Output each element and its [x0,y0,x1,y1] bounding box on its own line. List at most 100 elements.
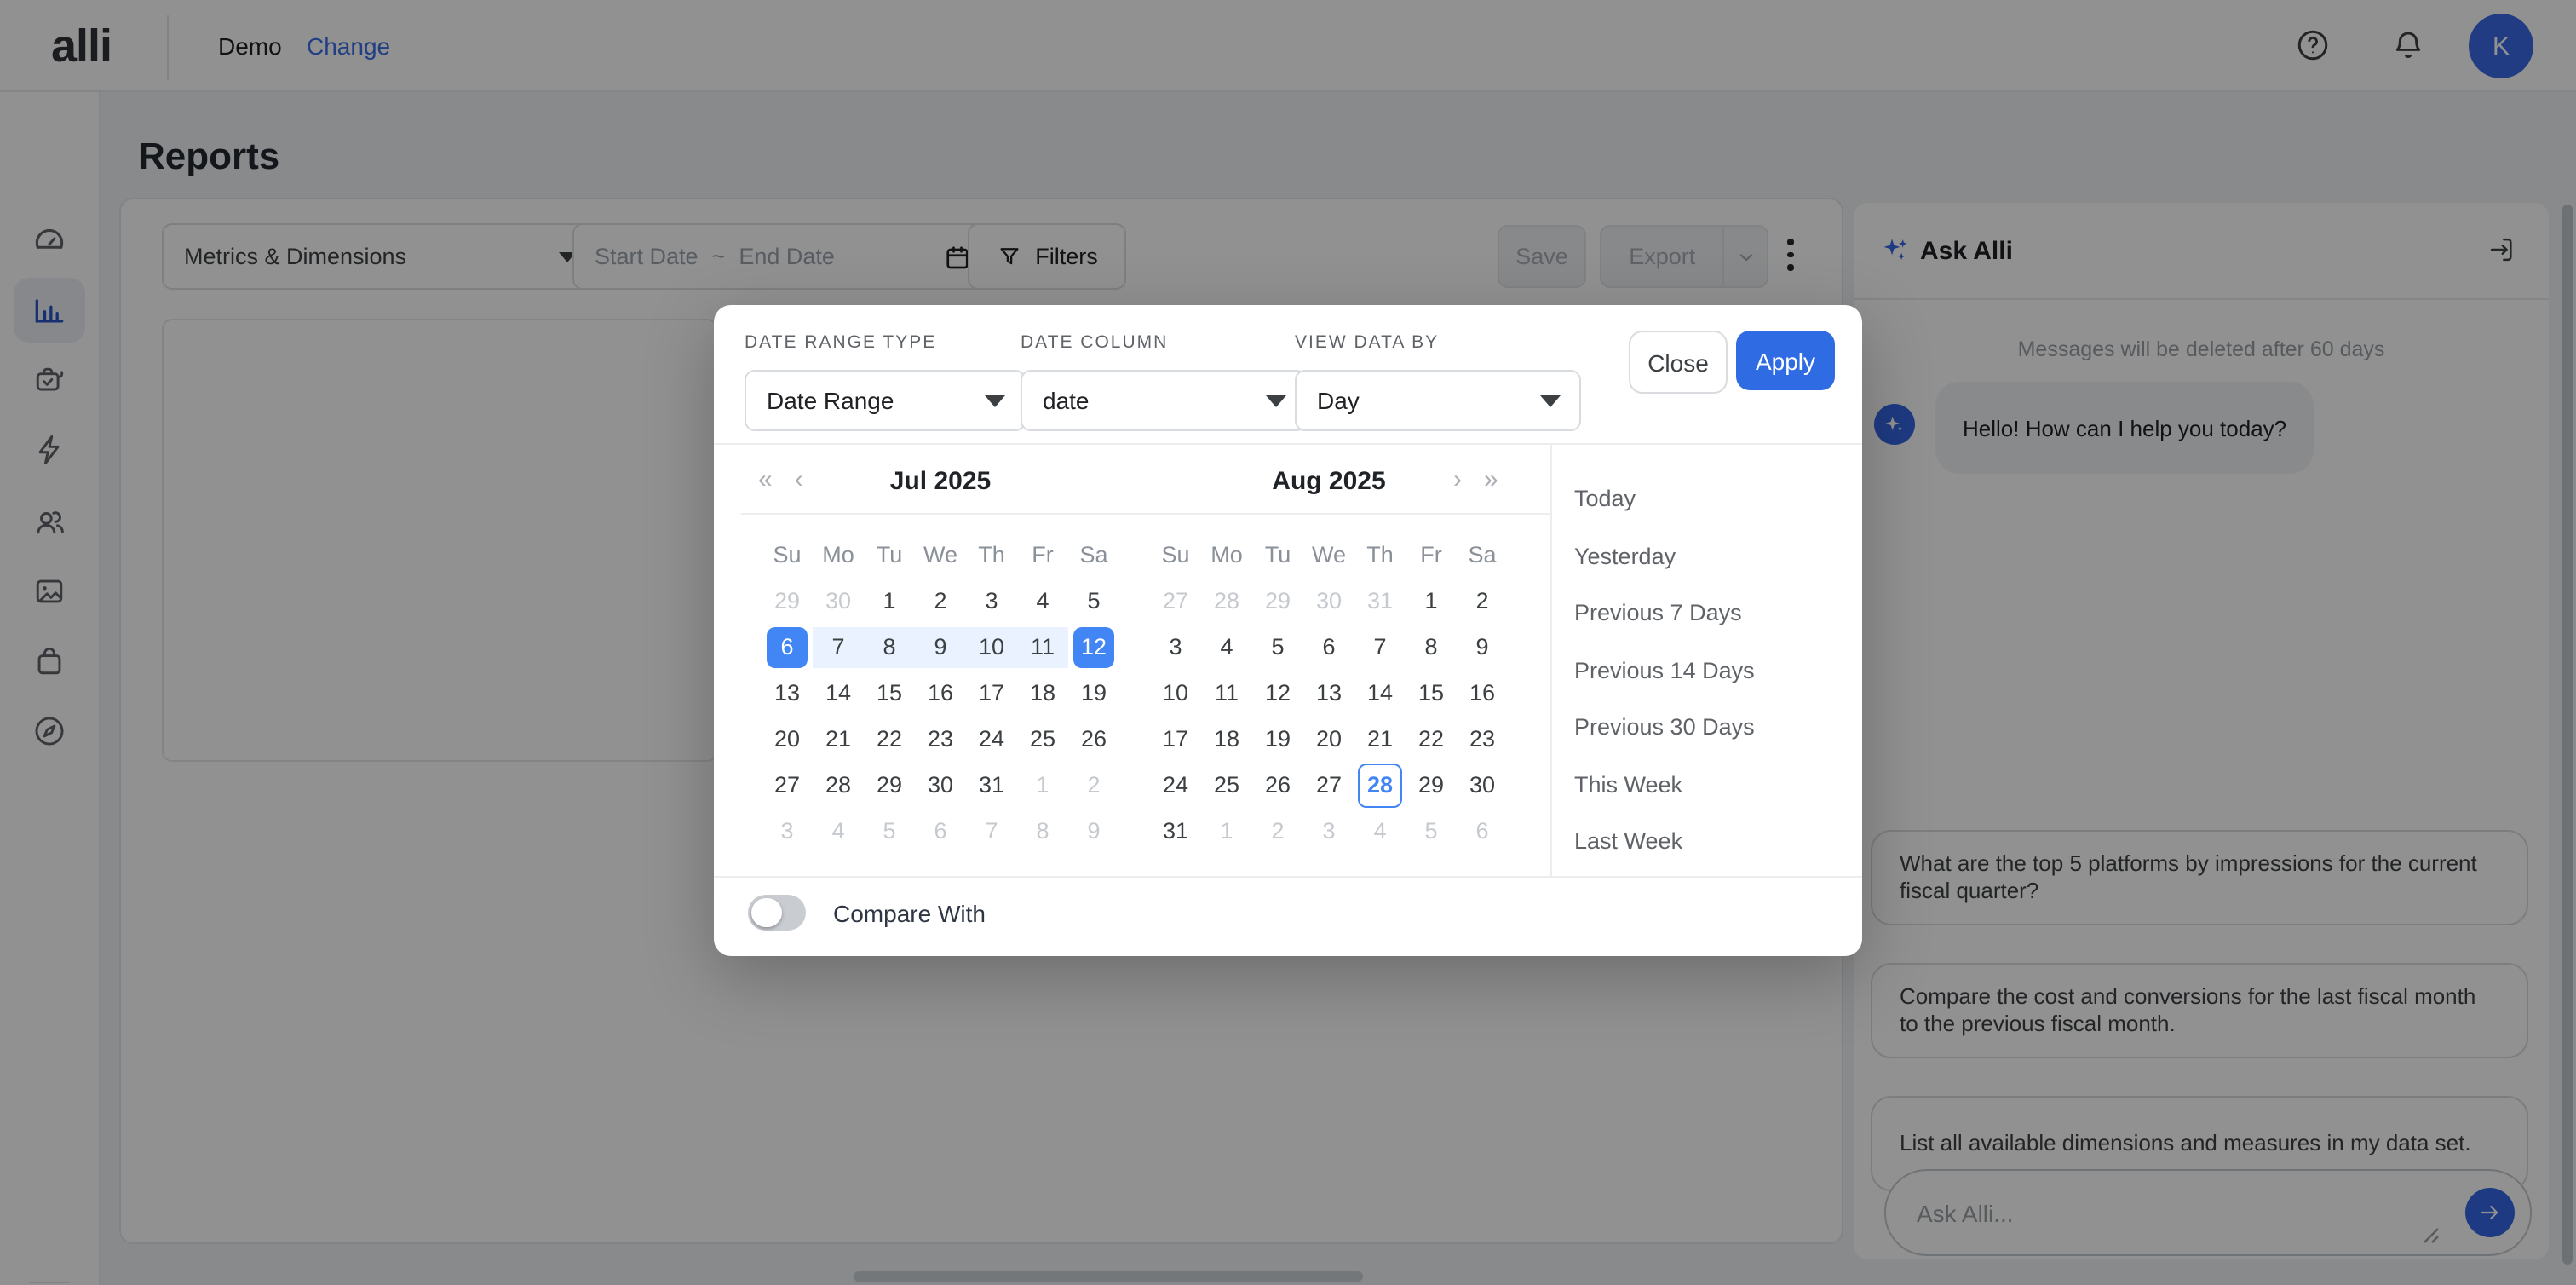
calendar-day[interactable]: 6 [1457,808,1508,854]
preset-previous-7-days[interactable]: Previous 7 Days [1574,585,1855,642]
calendar-day[interactable]: 18 [1017,670,1068,716]
calendar-day[interactable]: 15 [864,670,915,716]
calendar-day[interactable]: 17 [1150,716,1201,762]
calendar-day[interactable]: 4 [1017,578,1068,624]
calendar-day[interactable]: 22 [1406,716,1457,762]
calendar-day[interactable]: 14 [813,670,864,716]
calendar-day[interactable]: 9 [1068,808,1119,854]
calendar-day[interactable]: 31 [1150,808,1201,854]
calendar-day[interactable]: 29 [1252,578,1303,624]
view-data-by-select[interactable]: Day [1295,370,1581,431]
calendar-day[interactable]: 15 [1406,670,1457,716]
calendar-day[interactable]: 10 [1150,670,1201,716]
calendar-day[interactable]: 1 [1201,808,1252,854]
calendar-day[interactable]: 6 [915,808,966,854]
apply-button[interactable]: Apply [1736,331,1835,390]
calendar-day[interactable]: 27 [762,762,813,808]
calendar-day[interactable]: 1 [864,578,915,624]
calendar-day[interactable]: 3 [966,578,1017,624]
calendar-day[interactable]: 8 [1017,808,1068,854]
calendar-day[interactable]: 27 [1303,762,1354,808]
calendar-day[interactable]: 18 [1201,716,1252,762]
calendar-day[interactable]: 6 [762,624,813,670]
calendar-day[interactable]: 12 [1068,624,1119,670]
calendar-day[interactable]: 5 [1068,578,1119,624]
calendar-day[interactable]: 31 [1354,578,1406,624]
calendar-day[interactable]: 30 [1303,578,1354,624]
calendar-day[interactable]: 29 [762,578,813,624]
calendar-day[interactable]: 4 [1201,624,1252,670]
calendar-day[interactable]: 5 [1406,808,1457,854]
preset-yesterday[interactable]: Yesterday [1574,527,1855,585]
calendar-day[interactable]: 8 [1406,624,1457,670]
calendar-day[interactable]: 17 [966,670,1017,716]
calendar-day[interactable]: 1 [1017,762,1068,808]
calendar-day[interactable]: 2 [915,578,966,624]
calendar-day[interactable]: 2 [1252,808,1303,854]
compare-with-toggle[interactable] [748,895,806,931]
preset-previous-30-days[interactable]: Previous 30 Days [1574,699,1855,756]
preset-this-week[interactable]: This Week [1574,756,1855,813]
calendar-day[interactable]: 30 [1457,762,1508,808]
calendar-day[interactable]: 2 [1457,578,1508,624]
calendar-day[interactable]: 3 [1150,624,1201,670]
calendar-day[interactable]: 4 [1354,808,1406,854]
calendar-day[interactable]: 19 [1252,716,1303,762]
next-year-icon[interactable]: » [1484,465,1498,494]
vertical-scrollbar[interactable] [2562,205,2573,1265]
calendar-day[interactable]: 4 [813,808,864,854]
calendar-day[interactable]: 24 [966,716,1017,762]
calendar-day[interactable]: 21 [1354,716,1406,762]
calendar-day[interactable]: 11 [1017,624,1068,670]
close-button[interactable]: Close [1629,331,1728,394]
calendar-day[interactable]: 22 [864,716,915,762]
preset-today[interactable]: Today [1574,470,1855,527]
calendar-day[interactable]: 16 [915,670,966,716]
calendar-day[interactable]: 24 [1150,762,1201,808]
calendar-day[interactable]: 28 [1354,762,1406,808]
calendar-day[interactable]: 7 [813,624,864,670]
calendar-day[interactable]: 11 [1201,670,1252,716]
next-month-icon[interactable]: › [1453,465,1462,494]
calendar-day[interactable]: 25 [1201,762,1252,808]
calendar-day[interactable]: 3 [762,808,813,854]
calendar-day[interactable]: 3 [1303,808,1354,854]
date-column-select[interactable]: date [1021,370,1307,431]
calendar-day[interactable]: 26 [1068,716,1119,762]
calendar-day[interactable]: 13 [1303,670,1354,716]
calendar-day[interactable]: 26 [1252,762,1303,808]
calendar-day[interactable]: 20 [762,716,813,762]
calendar-day[interactable]: 23 [915,716,966,762]
calendar-day[interactable]: 31 [966,762,1017,808]
calendar-day[interactable]: 19 [1068,670,1119,716]
calendar-day[interactable]: 9 [1457,624,1508,670]
calendar-day[interactable]: 5 [1252,624,1303,670]
calendar-day[interactable]: 27 [1150,578,1201,624]
calendar-day[interactable]: 6 [1303,624,1354,670]
calendar-day[interactable]: 13 [762,670,813,716]
calendar-day[interactable]: 5 [864,808,915,854]
calendar-day[interactable]: 12 [1252,670,1303,716]
date-range-type-select[interactable]: Date Range [745,370,1026,431]
calendar-day[interactable]: 1 [1406,578,1457,624]
calendar-day[interactable]: 25 [1017,716,1068,762]
calendar-day[interactable]: 23 [1457,716,1508,762]
calendar-day[interactable]: 30 [813,578,864,624]
calendar-day[interactable]: 29 [864,762,915,808]
calendar-day[interactable]: 8 [864,624,915,670]
calendar-day[interactable]: 9 [915,624,966,670]
calendar-day[interactable]: 28 [1201,578,1252,624]
calendar-day[interactable]: 20 [1303,716,1354,762]
calendar-day[interactable]: 14 [1354,670,1406,716]
calendar-day[interactable]: 21 [813,716,864,762]
calendar-day[interactable]: 29 [1406,762,1457,808]
calendar-day[interactable]: 10 [966,624,1017,670]
horizontal-scrollbar[interactable] [854,1271,1363,1282]
calendar-day[interactable]: 30 [915,762,966,808]
calendar-day[interactable]: 16 [1457,670,1508,716]
preset-last-week[interactable]: Last Week [1574,813,1855,870]
calendar-day[interactable]: 2 [1068,762,1119,808]
calendar-day[interactable]: 28 [813,762,864,808]
calendar-day[interactable]: 7 [1354,624,1406,670]
preset-previous-14-days[interactable]: Previous 14 Days [1574,642,1855,699]
